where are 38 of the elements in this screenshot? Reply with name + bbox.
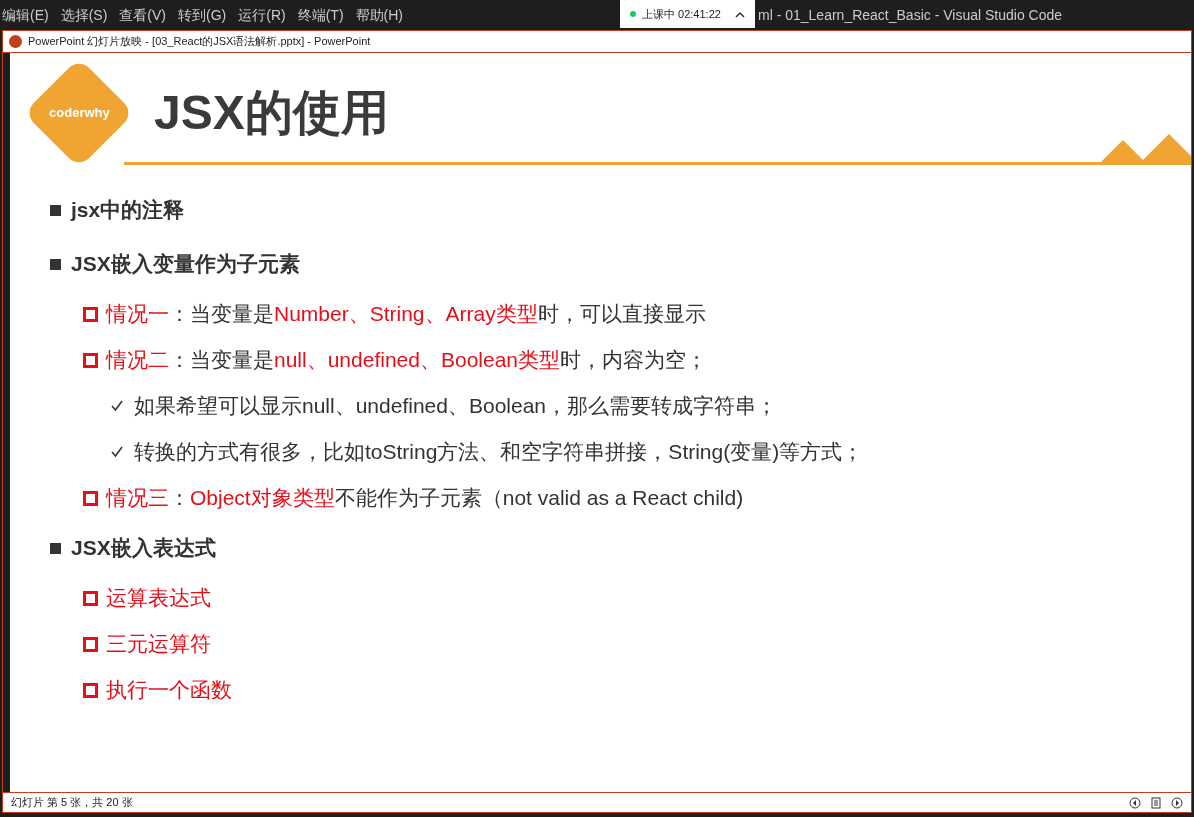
- check-icon: [110, 399, 124, 413]
- bullet-text: 情况一：当变量是Number、String、Array类型时，可以直接显示: [106, 301, 706, 328]
- bullet-text: 运算表达式: [106, 585, 211, 612]
- bullet-text: 执行一个函数: [106, 677, 232, 704]
- menu-item[interactable]: 编辑(E): [0, 4, 55, 26]
- menu-item[interactable]: 查看(V): [113, 4, 172, 26]
- window-title: ml - 01_Learn_React_Basic - Visual Studio Code: [758, 5, 1063, 25]
- bullet-text: 转换的方式有很多，比如toString方法、和空字符串拼接，String(变量)等方式；: [134, 439, 864, 466]
- hollow-square-bullet-icon: [83, 636, 98, 652]
- bullet-text: 三元运算符: [106, 631, 211, 658]
- hollow-square-bullet-icon: [83, 352, 98, 368]
- app-icon: [9, 35, 22, 48]
- bullet-text: JSX嵌入表达式: [71, 535, 216, 562]
- hollow-square-bullet-icon: [83, 590, 98, 606]
- previous-icon[interactable]: [1129, 796, 1141, 809]
- square-bullet-icon: [50, 258, 61, 270]
- square-bullet-icon: [50, 542, 61, 554]
- slide-sorter-icon[interactable]: [1151, 796, 1161, 809]
- menu-item[interactable]: 帮助(H): [349, 4, 409, 26]
- menu-item[interactable]: 运行(R): [232, 4, 292, 26]
- bullet-text: jsx中的注释: [71, 197, 185, 224]
- menu-item[interactable]: 终端(T): [291, 4, 350, 26]
- bullet-text: 如果希望可以显示null、undefined、Boolean，那么需要转成字符串；: [134, 393, 777, 420]
- window-title: PowerPoint 幻灯片放映 - [03_React的JSX语法解析.pptx] - PowerPoint: [28, 34, 371, 50]
- menu-item[interactable]: 选择(S): [54, 4, 114, 26]
- hollow-square-bullet-icon: [83, 682, 98, 698]
- slide-counter: 幻灯片 第 5 张，共 20 张: [11, 795, 133, 811]
- hollow-square-bullet-icon: [83, 306, 98, 322]
- bullet-text: JSX嵌入变量作为子元素: [71, 251, 300, 278]
- hollow-square-bullet-icon: [83, 490, 98, 506]
- bullet-text: 情况二：当变量是null、undefined、Boolean类型时，内容为空；: [106, 347, 707, 374]
- bullet-text: 情况三：Object对象类型不能作为子元素（not valid as a React child): [106, 485, 744, 512]
- recording-indicator[interactable]: 上课中 02:41:22: [620, 0, 755, 28]
- next-icon[interactable]: [1171, 796, 1183, 809]
- menu-item[interactable]: 转到(G): [172, 4, 233, 26]
- slide-title: JSX的使用: [154, 85, 389, 141]
- check-icon: [110, 445, 124, 459]
- square-bullet-icon: [50, 204, 61, 216]
